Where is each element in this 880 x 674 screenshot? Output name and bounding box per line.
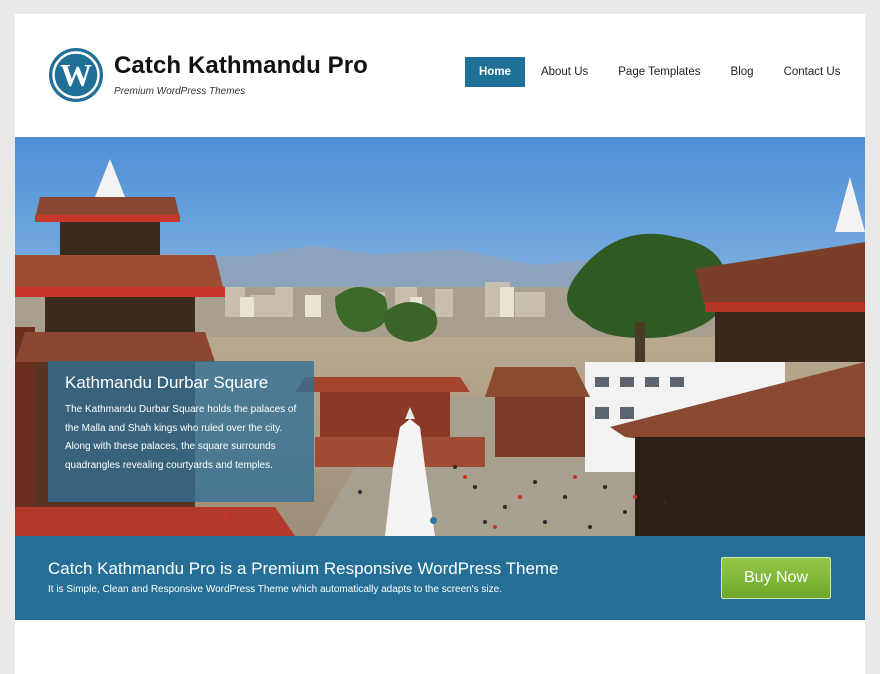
site-tagline: Premium WordPress Themes <box>114 86 246 97</box>
promo-banner: Catch Kathmandu Pro is a Premium Respons… <box>15 536 865 620</box>
buy-now-button[interactable]: Buy Now <box>721 557 831 599</box>
nav-contact-us[interactable]: Contact Us <box>770 57 855 87</box>
nav-home[interactable]: Home <box>465 57 525 87</box>
site-header: W Catch Kathmandu Pro Premium WordPress … <box>15 14 865 137</box>
wordpress-logo-icon[interactable]: W <box>48 47 104 103</box>
slide-caption: Kathmandu Durbar Square The Kathmandu Du… <box>48 361 314 502</box>
promo-text: It is Simple, Clean and Responsive WordP… <box>48 584 502 595</box>
svg-text:W: W <box>60 57 92 93</box>
main-nav: Home About Us Page Templates Blog Contac… <box>465 57 854 87</box>
hero-slider: Kathmandu Durbar Square The Kathmandu Du… <box>15 137 865 536</box>
site-title[interactable]: Catch Kathmandu Pro <box>114 52 368 80</box>
slider-dot-1[interactable] <box>430 517 437 524</box>
nav-blog[interactable]: Blog <box>717 57 768 87</box>
nav-page-templates[interactable]: Page Templates <box>604 57 714 87</box>
slide-caption-text: The Kathmandu Durbar Square holds the pa… <box>65 404 297 471</box>
slide-caption-title[interactable]: Kathmandu Durbar Square <box>65 373 306 393</box>
page: W Catch Kathmandu Pro Premium WordPress … <box>15 14 865 674</box>
nav-about-us[interactable]: About Us <box>527 57 602 87</box>
promo-title: Catch Kathmandu Pro is a Premium Respons… <box>48 559 559 578</box>
